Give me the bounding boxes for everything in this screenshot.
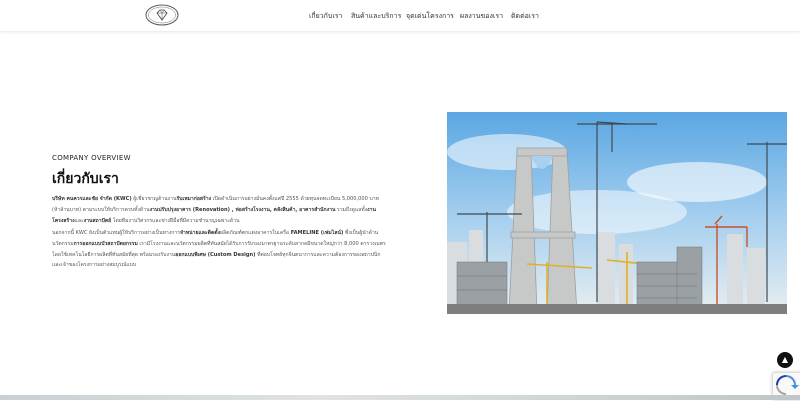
text-fragment: โดยทีมงานวิศวกรและช่างฝีมือที่มีความชำนา… [111,217,240,224]
nav-item-contact[interactable]: ติดต่อเรา [511,11,539,22]
recaptcha-icon [776,375,799,395]
text-emphasis: งานปรับปรุงอาคาร (Renovation) , ห่อสร้าง… [149,206,336,213]
text-emphasis: งานสถาปัตย์ [83,217,112,224]
top-nav: เกี่ยวกับเรา สินค้าและบริการ จุดเด่นโครง… [0,0,800,32]
text-fragment: นอกจากนี้ KWC ยังเป็นตัวแทนผู้ให้บริการอ… [52,230,180,236]
about-paragraph-2: นอกจากนี้ KWC ยังเป็นตัวแทนผู้ให้บริการอ… [52,228,387,271]
nav-item-about[interactable]: เกี่ยวกับเรา [309,11,342,22]
company-name: บริษัท คนควรและชัย จำกัด (KWC) [52,196,132,202]
text-emphasis: การออกแบบบัวสถาปัตยกรรม [73,240,138,247]
section-overline: COMPANY OVERVIEW [52,154,131,162]
nav-item-highlights[interactable]: จุดเด่นโครงการ [406,11,454,22]
about-paragraph-1: บริษัท คนควรและชัย จำกัด (KWC) ผู้เชี่ยว… [52,194,387,226]
text-fragment: ผลิตภัณฑ์ตกแต่งอาคารในเครือ [220,230,291,236]
construction-site-image [447,112,787,314]
text-emphasis: จำหน่ายและติดตั้ง [179,230,221,236]
text-fragment: และ [74,217,84,224]
footer-image-strip [0,395,800,400]
back-to-top-button[interactable]: ▲ [777,352,793,368]
nav-item-portfolio[interactable]: ผลงานของเรา [460,11,503,22]
nav-item-products[interactable]: สินค้าและบริการ [351,11,401,22]
company-logo[interactable] [144,3,180,27]
text-emphasis: รับเหมาก่อสร้าง [176,196,212,202]
page-title: เกี่ยวกับเรา [52,171,119,187]
text-fragment: ผู้เชี่ยวชาญด้านงาน [131,196,177,202]
text-emphasis: ออกแบบพิเศษ (Custom Design) [175,251,256,258]
text-fragment: รวมถึงดูแลทั้ง [335,206,368,213]
brand-name: FAMELINE (เฟมไลน์) [290,230,344,236]
